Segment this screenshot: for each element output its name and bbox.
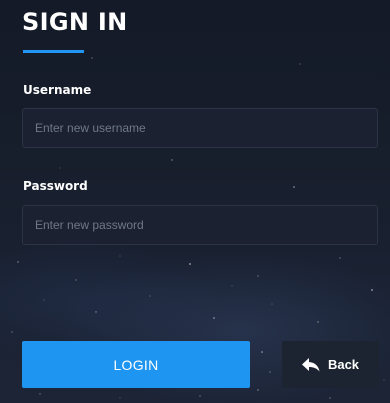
username-input[interactable] <box>22 108 378 148</box>
page-title: SIGN IN <box>22 8 128 36</box>
password-input[interactable] <box>22 205 378 245</box>
password-label: Password <box>23 179 88 193</box>
back-button[interactable]: Back <box>282 341 379 388</box>
username-label: Username <box>23 83 92 97</box>
title-accent-underline <box>23 50 84 53</box>
back-button-label: Back <box>327 357 360 372</box>
sign-in-panel: SIGN IN Username Password LOGIN Back <box>0 0 390 403</box>
reply-arrow-icon <box>301 357 320 371</box>
login-button[interactable]: LOGIN <box>22 341 250 388</box>
